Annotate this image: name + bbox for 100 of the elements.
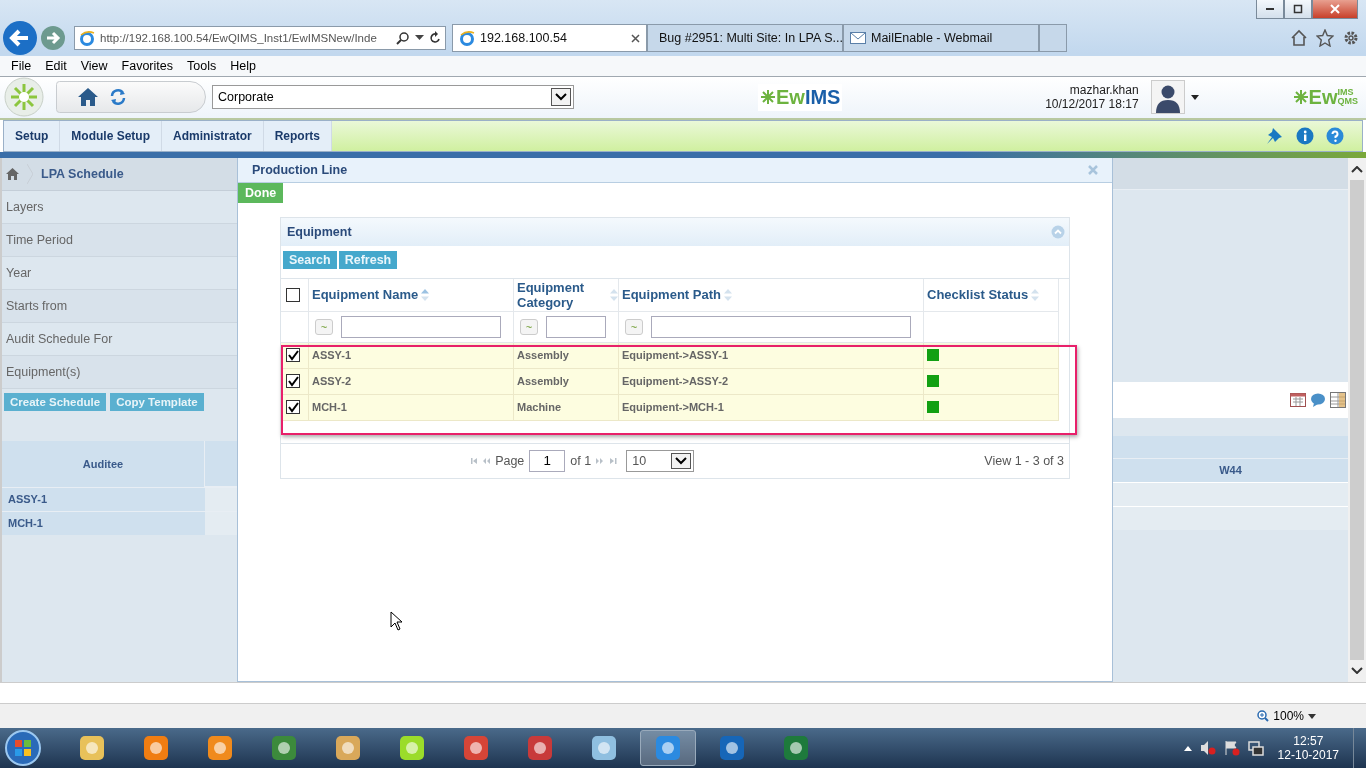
- filter-field[interactable]: [546, 315, 606, 338]
- browser-tab[interactable]: Bug #2951: Multi Site: In LPA S...: [647, 24, 843, 52]
- speech-bubble-icon[interactable]: [1310, 392, 1326, 407]
- caret-icon[interactable]: [1190, 94, 1199, 100]
- checkbox[interactable]: [286, 348, 300, 363]
- table-cell: Machine: [517, 401, 561, 414]
- column-header: W44: [1113, 457, 1348, 482]
- close-button[interactable]: [1312, 0, 1358, 19]
- table-cell: Equipment->ASSY-1: [622, 349, 729, 362]
- nav-tab[interactable]: Setup: [4, 120, 61, 151]
- column-header[interactable]: Checklist Status: [927, 287, 1029, 303]
- speaker-muted-icon[interactable]: [1199, 740, 1216, 756]
- table-cell: MCH-1: [2, 510, 205, 535]
- page-label: Page: [495, 453, 525, 468]
- columns-icon[interactable]: [1330, 391, 1346, 408]
- date-time: 10/12/2017 18:17: [1045, 97, 1139, 112]
- scrollbar[interactable]: [1348, 157, 1366, 683]
- field-label: Time Period: [6, 232, 73, 247]
- envelope-icon: [850, 32, 866, 44]
- checkbox[interactable]: [286, 400, 300, 415]
- network-icon[interactable]: [1247, 740, 1264, 756]
- clock-date[interactable]: 12-10-2017: [1277, 748, 1339, 762]
- refresh-icon[interactable]: [429, 31, 441, 45]
- checkbox[interactable]: [286, 374, 300, 389]
- menu-item[interactable]: View: [73, 59, 115, 73]
- logo-text: Ew: [776, 85, 805, 109]
- start-button[interactable]: [4, 729, 42, 767]
- scroll-up-icon[interactable]: [1351, 165, 1363, 174]
- close-icon[interactable]: [631, 33, 640, 43]
- dialog-title: Production Line: [252, 162, 348, 177]
- table-cell: Equipment->ASSY-2: [622, 375, 729, 388]
- scroll-down-icon[interactable]: [1351, 666, 1363, 675]
- table-cell: ASSY-2: [312, 375, 352, 388]
- breadcrumb-link[interactable]: LPA Schedule: [41, 166, 124, 181]
- back-icon[interactable]: [2, 20, 38, 56]
- page-count: of 1: [570, 453, 592, 468]
- field-label: Layers: [6, 199, 44, 214]
- nav-tab[interactable]: Module Setup: [60, 120, 162, 151]
- checkbox[interactable]: [286, 287, 300, 302]
- flag-icon[interactable]: [1223, 740, 1240, 756]
- first-prev-icon: [471, 457, 491, 464]
- minimize-button[interactable]: [1256, 0, 1284, 19]
- page-field[interactable]: 1: [529, 449, 566, 472]
- pin-icon[interactable]: [1264, 125, 1284, 146]
- record-count: View 1 - 3 of 3: [984, 453, 1064, 468]
- filter-field[interactable]: [651, 315, 911, 338]
- caret-icon: [551, 88, 571, 107]
- column-header[interactable]: Equipment Path: [622, 287, 721, 303]
- home-icon[interactable]: [77, 87, 99, 108]
- settings-icon[interactable]: [1342, 29, 1360, 47]
- avatar-icon[interactable]: [1150, 80, 1185, 115]
- caret-icon[interactable]: [415, 35, 424, 41]
- table-cell: Equipment->MCH-1: [622, 401, 724, 414]
- logo-icon: [1292, 89, 1309, 106]
- caret-icon[interactable]: [1308, 713, 1316, 719]
- field-label: Audit Schedule For: [6, 331, 113, 346]
- filter-field[interactable]: [341, 315, 501, 338]
- home-icon[interactable]: [6, 167, 19, 180]
- zoom-level[interactable]: 100%: [1273, 709, 1304, 723]
- cursor-icon: [390, 610, 404, 631]
- panel-title: Equipment: [287, 224, 352, 239]
- menu-item[interactable]: File: [4, 59, 39, 73]
- menu-item[interactable]: Help: [223, 59, 263, 73]
- help-icon[interactable]: [1326, 126, 1344, 145]
- page-size-dropdown[interactable]: 10: [626, 449, 695, 472]
- column-header[interactable]: Equipment Category: [517, 279, 607, 310]
- column-header[interactable]: Equipment Name: [312, 287, 419, 303]
- minimize-icon: [1266, 8, 1274, 10]
- address-field[interactable]: http://192.168.100.54/EwQIMS_Inst1/EwIMSNew/Inde: [74, 26, 446, 50]
- star-icon[interactable]: [1316, 29, 1334, 47]
- home-icon[interactable]: [1290, 29, 1308, 47]
- nav-tab[interactable]: Administrator: [162, 120, 264, 151]
- user-name: mazhar.khan: [1069, 83, 1139, 98]
- site-dropdown[interactable]: Corporate: [212, 85, 574, 110]
- search-icon[interactable]: [396, 31, 410, 45]
- maximize-button[interactable]: [1284, 0, 1312, 19]
- table-cell: [205, 486, 237, 511]
- field-label: Starts from: [6, 298, 68, 313]
- forward-icon[interactable]: [40, 25, 66, 51]
- logo-icon: [760, 89, 776, 106]
- caret-icon[interactable]: [1183, 745, 1192, 751]
- info-icon[interactable]: [1296, 126, 1314, 145]
- column-header: Auditee: [2, 440, 205, 487]
- clock-time[interactable]: 12:57: [1293, 734, 1324, 748]
- calendar-icon[interactable]: [1290, 392, 1306, 407]
- table-cell: Assembly: [517, 349, 569, 362]
- maximize-icon: [1293, 4, 1303, 14]
- browser-tab[interactable]: MailEnable - Webmail: [843, 24, 1039, 52]
- logo-text: IMS: [1337, 88, 1354, 98]
- nav-tab[interactable]: Reports: [263, 120, 333, 151]
- table-cell: MCH-1: [312, 401, 347, 414]
- menu-item[interactable]: Favorites: [114, 59, 180, 73]
- logo-text: IMS: [804, 85, 841, 109]
- menu-item[interactable]: Edit: [38, 59, 74, 73]
- zoom-icon[interactable]: [1257, 710, 1270, 722]
- table-cell: ASSY-1: [312, 349, 352, 362]
- caret-icon: [671, 452, 692, 469]
- menu-item[interactable]: Tools: [180, 59, 224, 73]
- logo-text: Ew: [1308, 85, 1338, 109]
- browser-tab[interactable]: 192.168.100.54: [452, 24, 647, 52]
